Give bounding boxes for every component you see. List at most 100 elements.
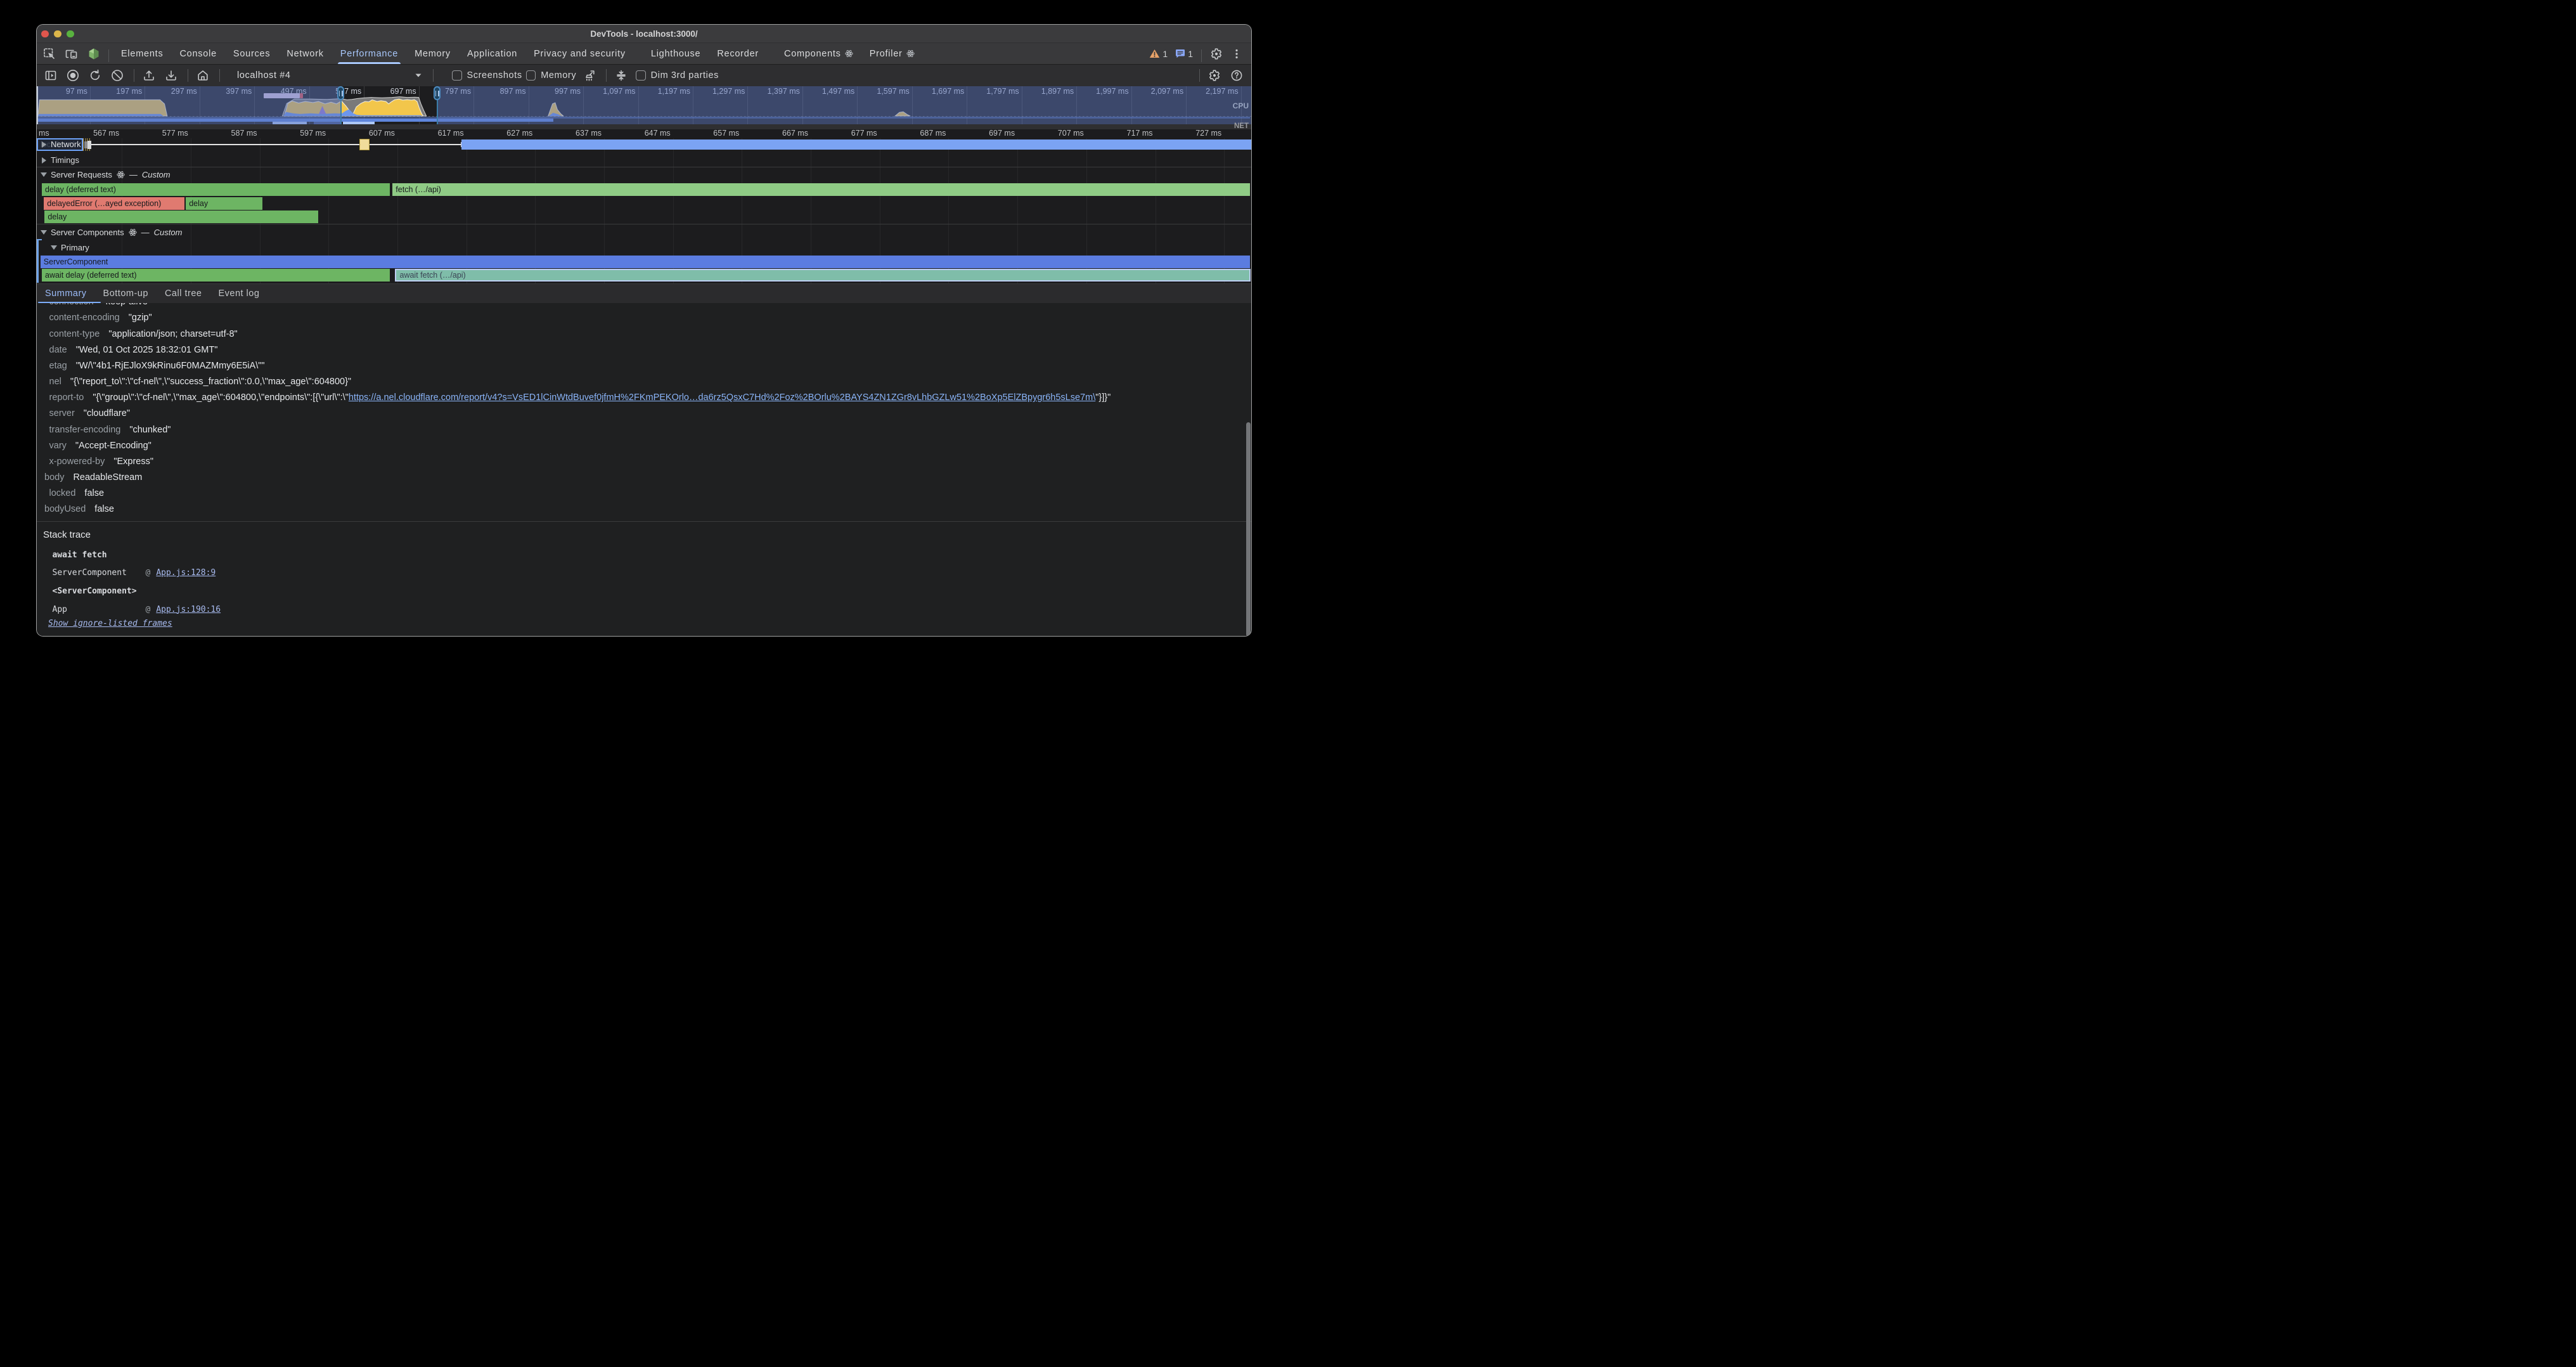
summary-key: x-powered-by — [49, 457, 105, 467]
record-icon[interactable] — [61, 65, 84, 87]
event-bar-servercomponent[interactable]: ServerComponent — [41, 256, 1251, 268]
tab-application[interactable]: Application — [459, 43, 525, 64]
summary-value: "{\"report_to\":\"cf-nel\",\"success_fra… — [70, 377, 351, 387]
tab-recorder[interactable]: Recorder — [709, 43, 767, 64]
scrollbar-thumb[interactable] — [1246, 422, 1251, 637]
garbage-collect-icon[interactable] — [578, 65, 600, 87]
tab-console[interactable]: Console — [171, 43, 224, 64]
event-bar-delayederror-ayed-exception-[interactable]: delayedError (…ayed exception) — [44, 197, 184, 210]
section-divider — [37, 521, 1251, 522]
memory-checkbox[interactable]: Memory — [526, 70, 576, 81]
report-url-link[interactable]: https://a.nel.cloudflare.com/report/v4?s… — [349, 392, 1095, 403]
tab-label: Network — [287, 49, 323, 59]
details-tab-call-tree[interactable]: Call tree — [157, 284, 210, 304]
toggle-sidebar-icon[interactable] — [39, 65, 61, 87]
checkbox-box — [526, 70, 536, 81]
inspect-element-icon[interactable] — [38, 43, 60, 65]
selection-handle-left[interactable] — [337, 86, 344, 100]
collapse-arrow-icon[interactable] — [41, 172, 47, 177]
reload-and-record-icon[interactable] — [84, 65, 106, 87]
checkbox-box — [636, 70, 646, 81]
stack-frame-function: <ServerComponent> — [53, 585, 146, 599]
network-request-bar[interactable] — [461, 139, 1251, 150]
collapse-arrow-icon[interactable] — [41, 230, 47, 235]
tab-elements[interactable]: Elements — [113, 43, 171, 64]
summary-value: "Accept-Encoding" — [75, 441, 151, 451]
tab-components[interactable]: Components — [776, 43, 861, 64]
tab-label: Profiler — [870, 49, 903, 59]
collapse-arrow-icon[interactable] — [51, 245, 57, 250]
event-bar-await-delay-deferred-text-[interactable]: await delay (deferred text) — [42, 269, 390, 282]
ruler-tick-label: 617 ms — [438, 129, 464, 138]
summary-key: body — [44, 472, 64, 483]
summary-value: "Wed, 01 Oct 2025 18:32:01 GMT" — [76, 345, 218, 355]
nodejs-icon[interactable] — [82, 43, 105, 65]
shortcuts-dialog-icon[interactable] — [610, 65, 632, 87]
tab-memory[interactable]: Memory — [406, 43, 459, 64]
tab-performance[interactable]: Performance — [332, 43, 406, 64]
tab-lighthouse[interactable]: Lighthouse — [643, 43, 709, 64]
capture-settings-gear-icon[interactable] — [1203, 65, 1225, 87]
warnings-badge[interactable]: 1 — [1146, 49, 1171, 59]
messages-badge[interactable]: 1 — [1172, 49, 1196, 59]
device-toolbar-icon[interactable] — [60, 43, 82, 65]
event-bar-delay-deferred-text-[interactable]: delay (deferred text) — [42, 183, 390, 196]
track-label: Primary — [61, 243, 89, 252]
upload-profile-icon[interactable] — [138, 65, 160, 87]
performance-toolbar: localhost #4 Screenshots Memory Dim 3rd … — [37, 64, 1251, 86]
event-bar-await-fetch-api-[interactable]: await fetch (…/api) — [395, 269, 1251, 282]
tab-label: Elements — [121, 49, 163, 59]
overview-dim-right — [437, 86, 1251, 124]
event-bar-delay[interactable]: delay — [186, 197, 262, 210]
help-icon[interactable] — [1225, 65, 1247, 87]
tab-privacy-and-security[interactable]: Privacy and security — [525, 43, 634, 64]
tab-label: Memory — [415, 49, 451, 59]
source-location-link[interactable]: App.js:190:16 — [156, 605, 221, 614]
details-tab-event-log[interactable]: Event log — [210, 284, 267, 304]
checkbox-box — [452, 70, 462, 81]
stack-frame: App@App.js:190:16 — [53, 603, 221, 617]
expand-arrow-icon[interactable] — [42, 141, 46, 148]
home-icon[interactable] — [191, 65, 214, 87]
stack-frame: <ServerComponent> — [53, 585, 146, 599]
source-location-link[interactable]: App.js:128:9 — [156, 568, 216, 578]
timeline-overview[interactable]: 97 ms197 ms297 ms397 ms497 ms597 ms697 m… — [37, 86, 1251, 129]
ruler-tick-label: 637 ms — [576, 129, 602, 138]
tab-profiler[interactable]: Profiler — [861, 43, 923, 64]
settings-gear-icon[interactable] — [1207, 43, 1226, 65]
more-menu-icon[interactable] — [1227, 43, 1246, 65]
ruler-tick-label: 707 ms — [1058, 129, 1084, 138]
summary-row-locked: lockedfalse — [37, 486, 1251, 502]
track-label: Server Components — [51, 228, 124, 237]
show-ignore-listed-link[interactable]: Show ignore-listed frames — [48, 617, 172, 631]
track-header-server-components[interactable]: Server Components —Custom — [37, 225, 1251, 240]
stack-frame: ServerComponent@App.js:128:9 — [53, 566, 216, 580]
dash-separator: — — [141, 228, 150, 237]
clear-icon[interactable] — [106, 65, 128, 87]
track-header-timings[interactable]: Timings — [37, 154, 1251, 167]
tab-label: Components — [784, 49, 841, 59]
tab-network[interactable]: Network — [278, 43, 332, 64]
selection-handle-right[interactable] — [434, 86, 441, 100]
expand-arrow-icon[interactable] — [42, 157, 46, 164]
track-header-server-requests[interactable]: Server Requests —Custom — [37, 167, 1251, 183]
track-header-primary[interactable]: Primary — [37, 241, 1251, 256]
network-request-marker[interactable] — [359, 139, 370, 150]
event-bar-fetch-api-[interactable]: fetch (…/api) — [392, 183, 1250, 196]
details-tab-label: Event log — [218, 288, 259, 299]
ruler-tick-label: 677 ms — [851, 129, 877, 138]
details-tab-bottom-up[interactable]: Bottom-up — [95, 284, 157, 304]
dim-3rd-parties-checkbox[interactable]: Dim 3rd parties — [636, 70, 719, 81]
history-dropdown[interactable]: localhost #4 — [223, 70, 427, 81]
tab-sources[interactable]: Sources — [225, 43, 278, 64]
summary-row-connection: connection"keep-alive" — [37, 303, 1251, 310]
details-tab-label: Bottom-up — [103, 288, 148, 299]
track-label: Network — [51, 139, 81, 149]
event-bar-delay[interactable]: delay — [44, 211, 318, 223]
ruler-tick-label: 667 ms — [782, 129, 808, 138]
summary-row-transfer-encoding: transfer-encoding"chunked" — [37, 422, 1251, 438]
screenshots-checkbox[interactable]: Screenshots — [452, 70, 522, 81]
download-profile-icon[interactable] — [160, 65, 182, 87]
custom-label: Custom — [142, 170, 171, 179]
details-tab-summary[interactable]: Summary — [37, 284, 95, 304]
